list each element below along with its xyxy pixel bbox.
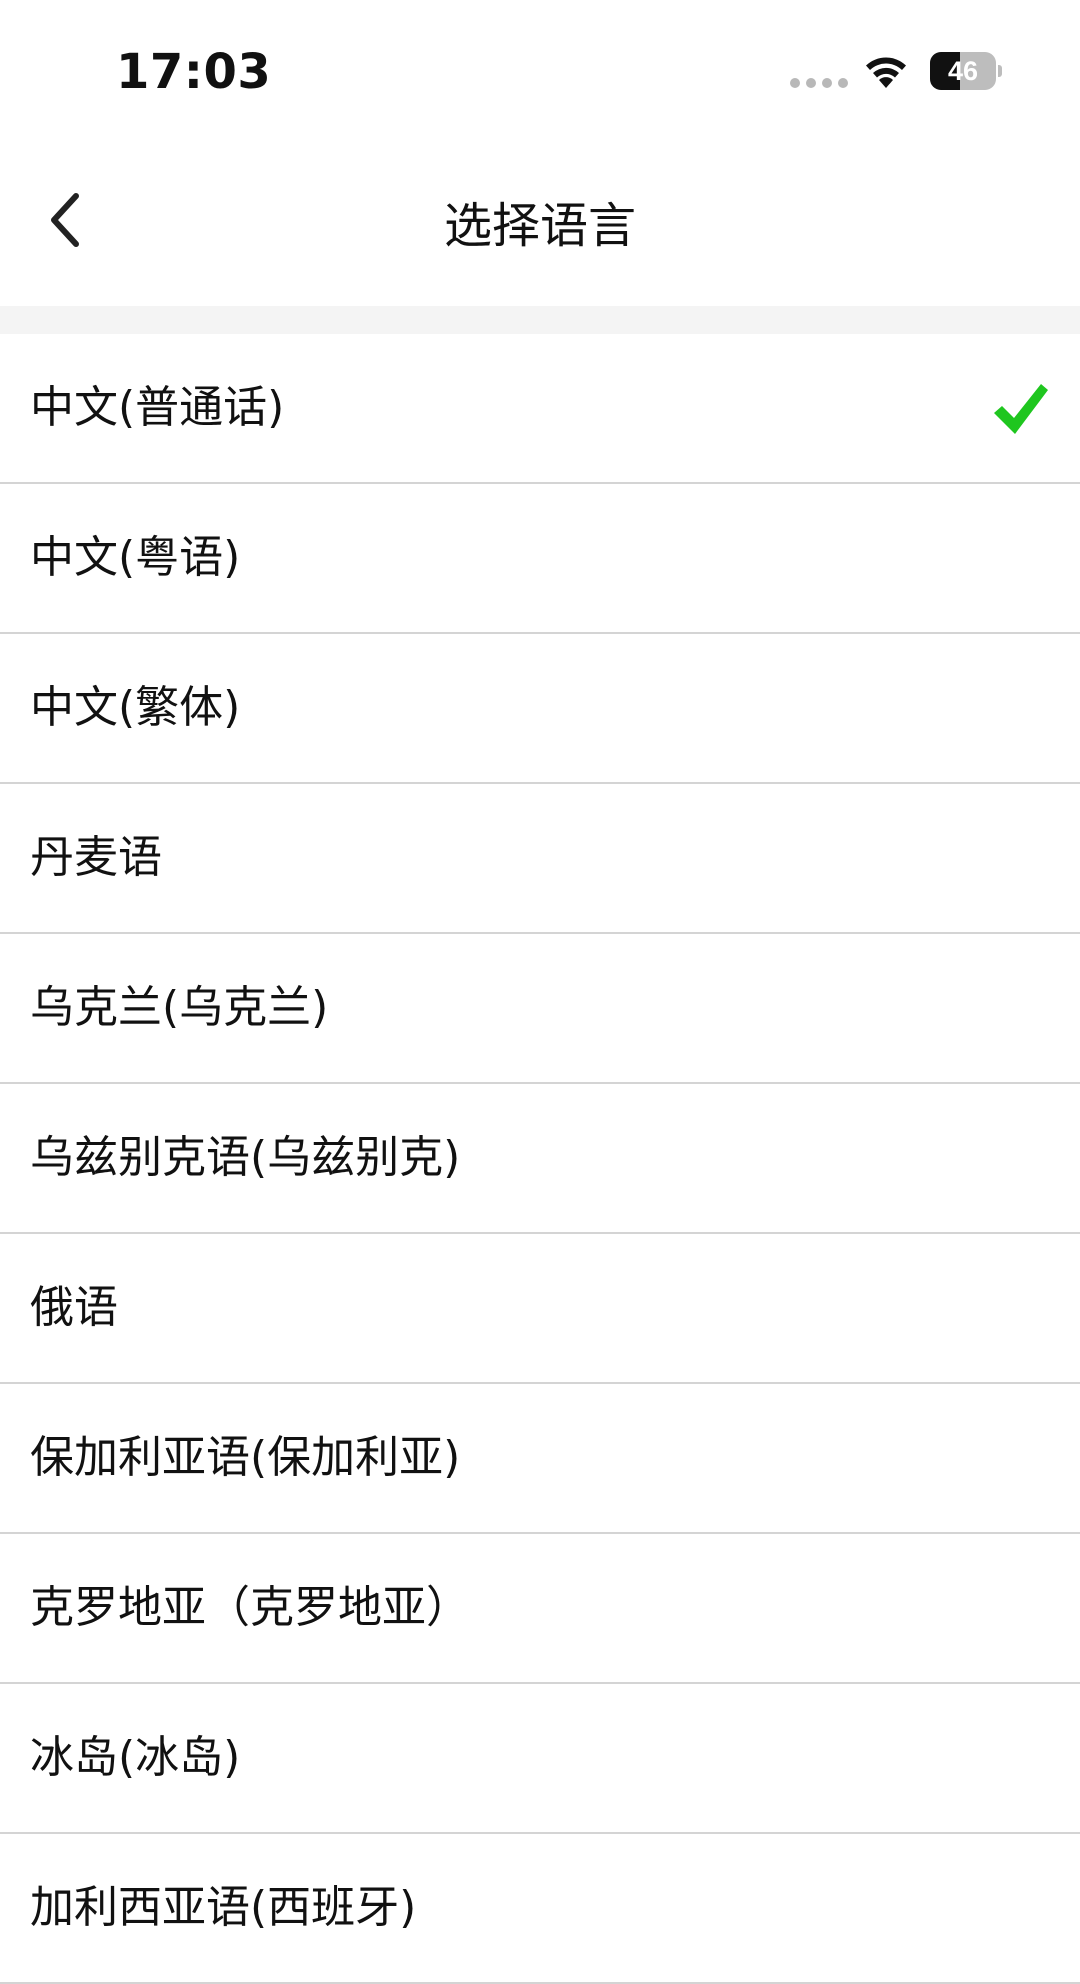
language-label: 冰岛(冰岛) xyxy=(30,1732,241,1783)
battery-percent: 46 xyxy=(947,56,979,86)
status-bar: 17:03 46 xyxy=(0,0,1080,140)
language-item[interactable]: 中文(繁体) xyxy=(0,634,1080,784)
language-item[interactable]: 俄语 xyxy=(0,1234,1080,1384)
language-label: 中文(粤语) xyxy=(30,532,241,583)
language-label: 加利西亚语(西班牙) xyxy=(30,1882,417,1933)
language-label: 保加利亚语(保加利亚) xyxy=(30,1432,461,1483)
section-divider xyxy=(0,306,1080,334)
language-label: 中文(繁体) xyxy=(30,682,241,733)
language-item[interactable]: 丹麦语 xyxy=(0,784,1080,934)
page-title: 选择语言 xyxy=(443,198,636,254)
language-item[interactable]: 加利西亚语(西班牙) xyxy=(0,1834,1080,1984)
language-label: 丹麦语 xyxy=(30,832,162,883)
battery-icon: 46 xyxy=(930,52,1002,90)
language-item[interactable]: 中文(普通话) xyxy=(0,334,1080,484)
wifi-icon xyxy=(866,57,906,88)
language-item[interactable]: 保加利亚语(保加利亚) xyxy=(0,1384,1080,1534)
language-item[interactable]: 中文(粤语) xyxy=(0,484,1080,634)
language-item[interactable]: 乌兹别克语(乌兹别克) xyxy=(0,1084,1080,1234)
language-item[interactable]: 乌克兰(乌克兰) xyxy=(0,934,1080,1084)
language-label: 俄语 xyxy=(30,1282,118,1333)
checkmark-icon xyxy=(994,384,1048,434)
language-label: 克罗地亚（克罗地亚） xyxy=(30,1582,470,1633)
language-item[interactable]: 冰岛(冰岛) xyxy=(0,1684,1080,1834)
language-label: 乌克兰(乌克兰) xyxy=(30,982,329,1033)
nav-bar: 选择语言 xyxy=(0,140,1080,306)
language-label: 中文(普通话) xyxy=(30,382,285,433)
language-list: 中文(普通话) 中文(粤语) 中文(繁体) 丹麦语 乌克兰(乌克兰) 乌兹别克语… xyxy=(0,334,1080,1984)
language-label: 乌兹别克语(乌兹别克) xyxy=(30,1132,461,1183)
signal-dots-icon xyxy=(790,78,848,88)
language-item[interactable]: 克罗地亚（克罗地亚） xyxy=(0,1534,1080,1684)
status-time: 17:03 xyxy=(116,44,272,100)
